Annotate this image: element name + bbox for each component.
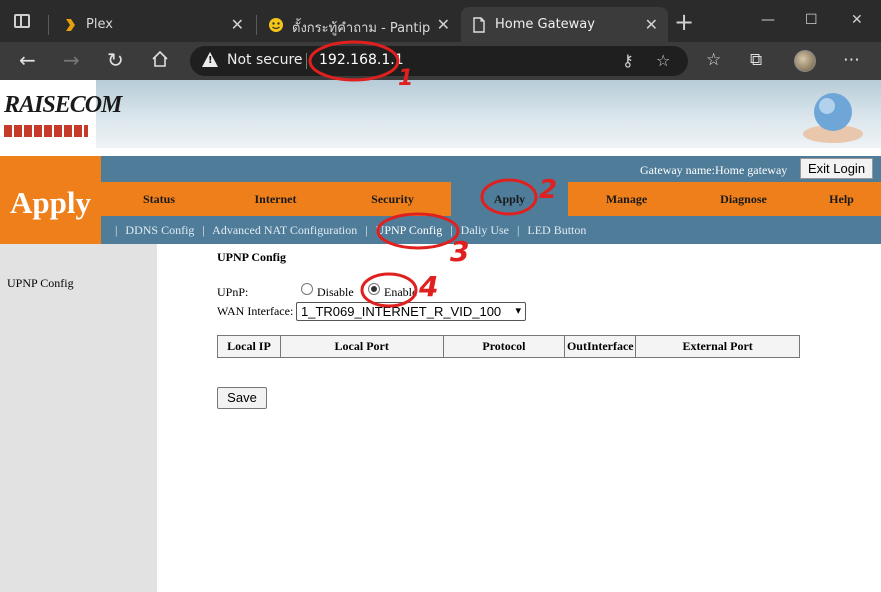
submenu: | DDNS Config | Advanced NAT Configurati… [115,223,591,238]
annotation-number-3: 3 [450,235,470,268]
security-label[interactable]: Not secure [227,52,303,68]
submenu-advanced-nat[interactable]: Advanced NAT Configuration [212,223,357,237]
globe-hands-image [803,93,863,143]
sidebar-item-upnp-config[interactable]: UPNP Config [7,276,74,291]
disable-label[interactable]: Disable [317,285,354,300]
tab-plex[interactable]: Plex ✕ [52,7,254,42]
menu-security[interactable]: Security [334,182,451,216]
menu-manage[interactable]: Manage [568,182,685,216]
page-title: UPNP Config [217,250,286,264]
save-button[interactable]: Save [217,387,267,409]
annotation-number-4: 4 [419,270,439,303]
exit-login-button[interactable]: Exit Login [800,158,873,179]
annotation-number-1: 1 [398,66,414,91]
page-icon [471,17,487,33]
wan-interface-select[interactable]: 1_TR069_INTERNET_R_VID_100 ▾ [296,302,526,321]
menu-help[interactable]: Help [802,182,881,216]
logo-text: RAISECOM [4,92,122,118]
enable-label[interactable]: Enable [384,285,417,300]
column-out-interface: OutInterface [564,335,637,358]
column-local-port: Local Port [279,335,444,358]
key-icon[interactable]: ⚷ [622,51,634,70]
browser-toolbar: ← → ↻ Not secure 192.168.1.1 ⚷ ☆ ☆ ⧉ ⋯ [0,42,881,80]
url-text[interactable]: 192.168.1.1 [319,52,404,68]
tab-pantip[interactable]: ตั้งกระทู้คำถาม - Pantip ✕ [258,7,460,42]
warning-icon [202,52,218,67]
submenu-ddns-config[interactable]: DDNS Config [125,223,194,237]
pantip-emoji-icon [268,17,284,33]
section-title: Apply [10,185,91,220]
close-icon[interactable]: ✕ [645,15,658,34]
submenu-separator: | [516,223,520,237]
plex-chevron-icon [62,17,78,33]
chevron-down-icon: ▾ [515,305,521,317]
close-icon[interactable]: ✕ [437,15,450,34]
favorites-icon[interactable]: ☆ [706,51,721,69]
url-separator [306,53,307,69]
menu-status[interactable]: Status [101,182,217,216]
tab-label: Plex [86,17,113,32]
more-menu-icon[interactable]: ⋯ [843,51,860,69]
browser-tab-bar: Plex ✕ ตั้งกระทู้คำถาม - Pantip ✕ Home G… [0,0,881,42]
tab-separator [256,15,257,35]
tab-label: ตั้งกระทู้คำถาม - Pantip [292,21,431,36]
tab-label: Home Gateway [495,17,595,32]
tab-home-gateway[interactable]: Home Gateway ✕ [461,7,668,42]
submenu-led-button[interactable]: LED Button [527,223,586,237]
wan-interface-value: 1_TR069_INTERNET_R_VID_100 [301,304,502,319]
menu-diagnose[interactable]: Diagnose [685,182,802,216]
column-external-port: External Port [635,335,800,358]
close-icon[interactable]: ✕ [231,15,244,34]
new-tab-icon[interactable]: + [674,10,694,34]
minimize-icon[interactable]: — [761,12,775,28]
reload-icon[interactable]: ↻ [107,50,124,70]
upnp-enable-radio[interactable] [368,283,380,295]
column-protocol: Protocol [442,335,566,358]
menu-internet[interactable]: Internet [217,182,334,216]
raisecom-logo: RAISECOM [0,80,122,148]
wan-interface-label: WAN Interface: [217,304,294,318]
forward-arrow-icon[interactable]: → [63,50,80,70]
sidebar [0,244,157,592]
column-local-ip: Local IP [217,335,281,358]
add-favorite-star-icon[interactable]: ☆ [656,51,670,70]
profile-avatar-icon[interactable] [794,50,816,72]
upnp-port-table: Local IP Local Port Protocol OutInterfac… [217,335,800,358]
upnp-label: UPnP: [217,285,249,299]
logo-chinese-mark [4,125,88,137]
submenu-upnp-config[interactable]: UPNP Config [376,223,443,237]
table-header-row: Local IP Local Port Protocol OutInterfac… [217,335,800,358]
back-arrow-icon[interactable]: ← [19,50,36,70]
address-bar[interactable]: Not secure 192.168.1.1 ⚷ ☆ [190,46,688,76]
submenu-separator: | [115,223,118,237]
submenu-separator: | [202,223,205,237]
maximize-icon[interactable]: ☐ [805,12,818,28]
collections-icon[interactable]: ⧉ [750,51,762,69]
gateway-name: Gateway name:Home gateway [640,163,788,177]
banner: RAISECOM [0,80,881,148]
router-page: RAISECOM Gateway name:Home gateway Exit … [0,80,881,592]
window-close-icon[interactable]: ✕ [851,12,863,28]
annotation-number-2: 2 [539,175,558,205]
tab-actions-icon[interactable] [14,14,30,28]
upnp-disable-radio[interactable] [301,283,313,295]
home-icon[interactable] [151,50,169,71]
tab-separator [48,15,49,35]
submenu-separator: | [365,223,368,237]
